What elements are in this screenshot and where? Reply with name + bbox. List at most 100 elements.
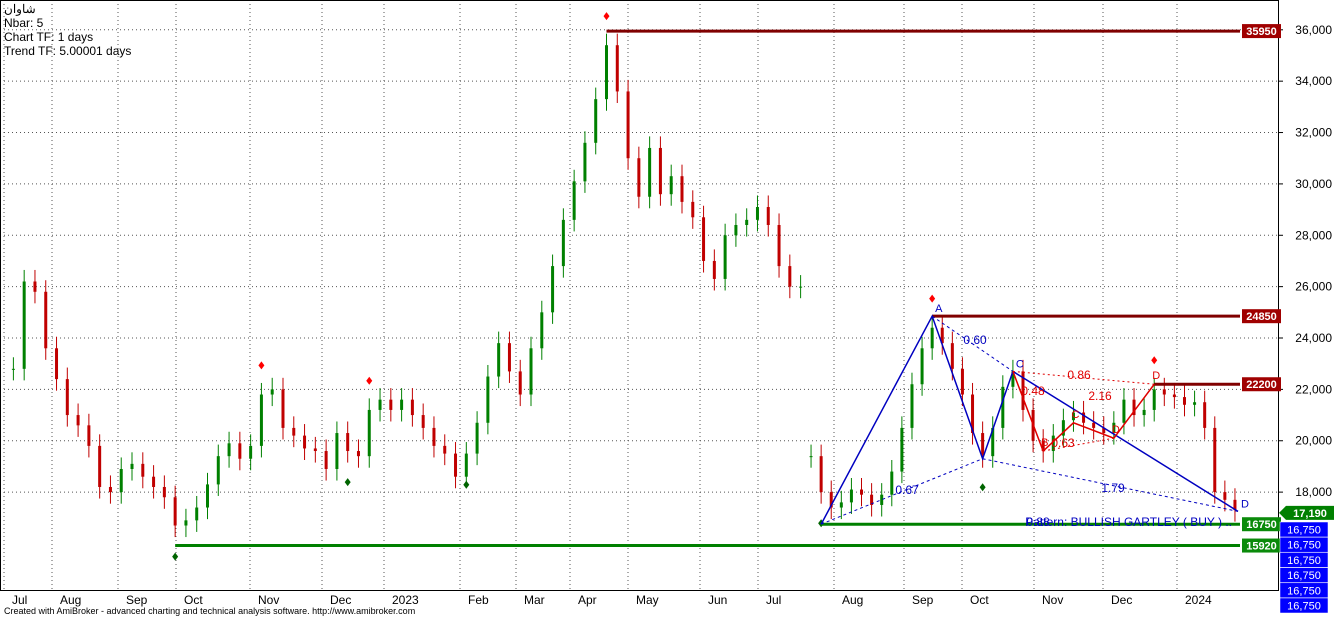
price-bar-body [766, 207, 770, 225]
price-bar-body [680, 176, 684, 202]
price-bar-body [702, 217, 706, 261]
price-bar-body [249, 445, 253, 459]
level-label: 15920 [1246, 541, 1277, 553]
price-bar-body [920, 348, 924, 385]
price-bar-body [98, 445, 102, 487]
y-tick-label: 36,000 [1295, 23, 1332, 37]
price-bar-body [890, 471, 894, 495]
price-bar-body [540, 312, 544, 349]
pattern-ratio: 0.67 [895, 483, 919, 497]
price-bar-body [1193, 402, 1197, 405]
price-bar-body [1001, 386, 1005, 428]
price-bar-body [1182, 397, 1186, 405]
price-bar-body [44, 291, 48, 349]
x-tick-label: Jul [12, 593, 27, 607]
y-tick-label: 22,000 [1295, 382, 1332, 396]
price-bar-body [292, 427, 296, 436]
price-bar-body [734, 225, 738, 236]
price-bar-body [658, 147, 662, 195]
price-bar-body [367, 409, 371, 457]
price-bar-body [1142, 409, 1146, 416]
pattern-point-label: D [1241, 498, 1249, 510]
price-bar-body [745, 219, 749, 225]
x-tick-label: 2024 [1185, 593, 1212, 607]
projection-ratio: 0.63 [1051, 436, 1075, 450]
projection-ratio: 2.16 [1088, 389, 1112, 403]
price-bar-body [22, 281, 26, 369]
price-bar-body [755, 207, 759, 220]
x-tick-label: Dec [330, 593, 351, 607]
peak-marker [929, 294, 936, 303]
price-bar-body [184, 520, 188, 526]
price-bar-body [87, 425, 91, 446]
price-bar-body [561, 219, 565, 267]
price-bar-body [712, 260, 716, 279]
price-bar-body [55, 348, 59, 380]
price-bar-body [572, 181, 576, 220]
grid-lines [0, 0, 1278, 590]
price-bar-body [809, 456, 813, 458]
price-bar-body [777, 225, 781, 267]
price-bar-body [860, 489, 864, 495]
price-bar-body [216, 456, 220, 485]
price-bar-body [400, 399, 404, 410]
price-bar-body [648, 147, 652, 197]
x-tick-label: Feb [468, 593, 489, 607]
price-bar-body [799, 286, 803, 288]
level-label: 16750 [1246, 519, 1277, 531]
horizontal-levels: 35950 24850 22200 16750 15920 [175, 24, 1281, 553]
x-axis: Jul Aug Sep Oct Nov Dec 2023 Feb Mar Apr May Jun Jul… [12, 593, 1212, 607]
price-bar-body [839, 502, 843, 508]
price-chart: 18,000 20,000 22,000 24,000 26,000 28,000 30,0… [0, 0, 1334, 614]
price-bar-body [615, 45, 619, 92]
price-bar-body [518, 371, 522, 395]
price-bar-body [1203, 402, 1207, 428]
y-axis: 18,000 20,000 22,000 24,000 26,000 28,000 30,0… [1278, 23, 1332, 499]
x-tick-label: 2023 [392, 593, 419, 607]
x-tick-label: Oct [970, 593, 989, 607]
y-tick-label: 30,000 [1295, 177, 1332, 191]
price-bar-body [119, 469, 123, 493]
level-stack: 16,750 16,750 16,750 16,750 16,750 16,750 [1279, 521, 1329, 614]
level-stack-label: 16,750 [1287, 585, 1321, 597]
price-bar-body [313, 448, 317, 452]
last-price: 17,190 [1279, 505, 1334, 520]
level-stack-label: 16,750 [1287, 601, 1321, 613]
price-bar-body [33, 281, 37, 292]
price-bar-body [356, 451, 360, 457]
y-tick-label: 26,000 [1295, 280, 1332, 294]
price-bar-body [141, 463, 145, 477]
x-tick-label: Oct [184, 593, 203, 607]
projected-pattern: B C D D 0.48 0.86 2.16 0.63 [1012, 368, 1160, 453]
price-bar-body [162, 486, 166, 498]
price-bar-body [637, 158, 641, 197]
projection-point-label: D [1112, 424, 1120, 436]
peak-marker [1151, 356, 1158, 365]
y-tick-label: 18,000 [1295, 485, 1332, 499]
price-bar-body [227, 443, 231, 457]
price-bar-body [880, 494, 884, 505]
peak-marker [603, 12, 610, 21]
price-bar-body [486, 376, 490, 423]
trough-marker [344, 478, 351, 487]
price-bar-body [981, 433, 985, 457]
price-bar-body [195, 507, 199, 521]
price-bar-body [1223, 492, 1227, 500]
price-bar-body [605, 45, 608, 100]
price-bar-body [378, 399, 382, 410]
price-bar-body [1092, 422, 1096, 428]
pattern-name: Pattern: BULLISH GARTLEY ( BUY ) .. [1025, 515, 1232, 529]
price-bar-body [421, 415, 425, 428]
price-bar-body [594, 99, 598, 143]
price-bar-body [389, 399, 393, 410]
pattern-ratio: 1.79 [1101, 481, 1125, 495]
trough-marker [172, 552, 179, 561]
price-bar-body [950, 343, 954, 369]
price-bar-body [432, 427, 436, 446]
price-bar-body [1213, 427, 1217, 493]
price-bar-body [335, 433, 339, 469]
level-stack-label: 16,750 [1287, 540, 1321, 552]
x-tick-label: Aug [842, 593, 863, 607]
projection-ratio: 0.86 [1067, 368, 1091, 382]
trough-marker [463, 480, 470, 489]
